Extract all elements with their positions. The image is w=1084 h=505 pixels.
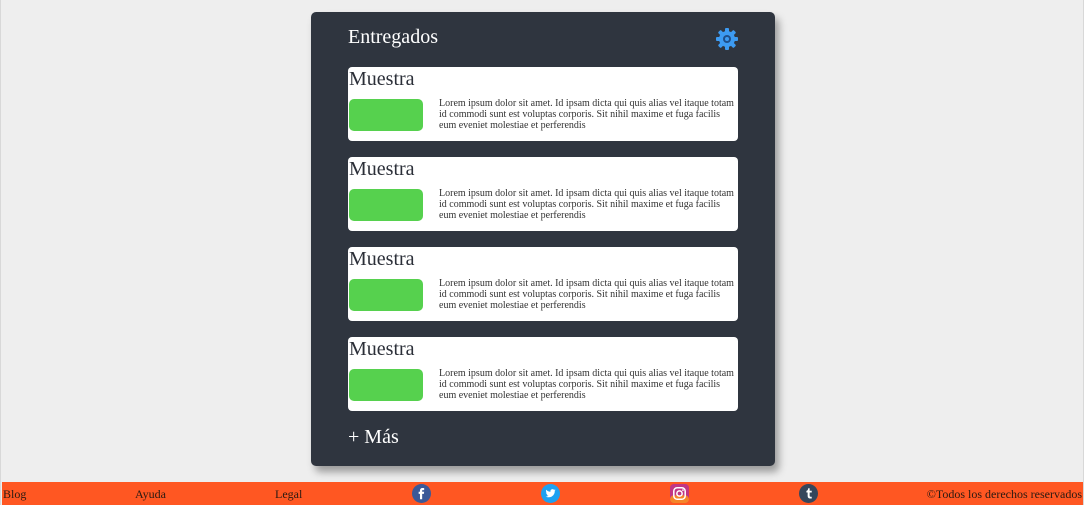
card-status-button[interactable] [349,279,423,311]
card-status-button[interactable] [349,369,423,401]
gear-icon[interactable] [715,27,739,51]
card-description: Lorem ipsum dolor sit amet. Id ipsam dic… [439,368,734,401]
card-description: Lorem ipsum dolor sit amet. Id ipsam dic… [439,98,734,131]
page: Entregados Muestra Lorem ipsum dolor sit… [0,0,1084,505]
copyright-text: ©Todos los derechos reservados [926,487,1082,501]
twitter-icon[interactable] [541,484,560,503]
card-description: Lorem ipsum dolor sit amet. Id ipsam dic… [439,278,734,311]
card-status-button[interactable] [349,99,423,131]
delivery-card: Muestra Lorem ipsum dolor sit amet. Id i… [348,67,738,141]
instagram-icon[interactable] [670,484,689,503]
facebook-icon[interactable] [412,484,431,503]
footer: Blog Ayuda Legal ©Todos los derechos res… [2,482,1083,505]
delivery-card: Muestra Lorem ipsum dolor sit amet. Id i… [348,247,738,321]
tumblr-icon[interactable] [799,484,818,503]
delivery-card: Muestra Lorem ipsum dolor sit amet. Id i… [348,337,738,411]
delivered-panel: Entregados Muestra Lorem ipsum dolor sit… [311,12,775,466]
card-description: Lorem ipsum dolor sit amet. Id ipsam dic… [439,188,734,221]
card-status-button[interactable] [349,189,423,221]
footer-link-legal[interactable]: Legal [275,487,302,501]
footer-link-ayuda[interactable]: Ayuda [135,487,166,501]
card-title: Muestra [349,248,415,270]
card-title: Muestra [349,158,415,180]
card-title: Muestra [349,338,415,360]
panel-title: Entregados [348,26,438,48]
card-title: Muestra [349,68,415,90]
delivery-card: Muestra Lorem ipsum dolor sit amet. Id i… [348,157,738,231]
more-link[interactable]: + Más [348,426,399,449]
footer-link-blog[interactable]: Blog [3,487,26,501]
